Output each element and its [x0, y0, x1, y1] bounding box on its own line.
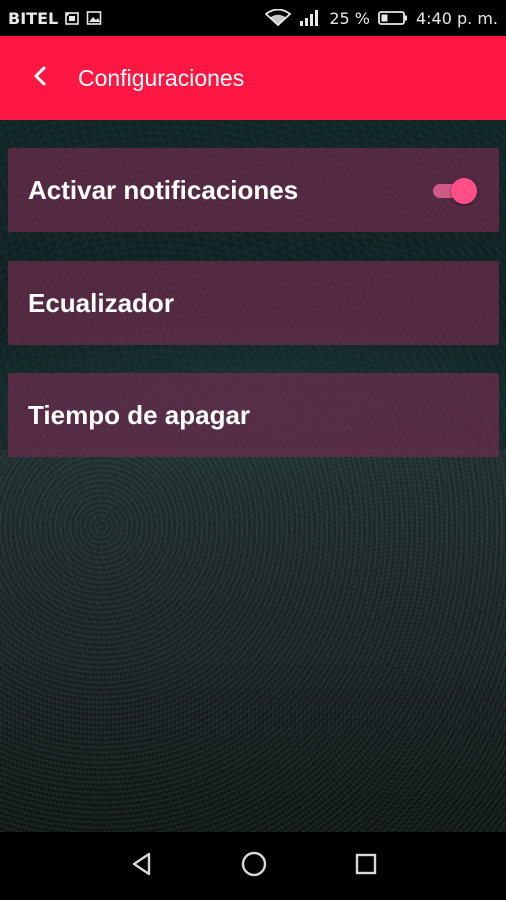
status-bar: BITEL 25 % 4:40 p. m.	[0, 0, 506, 36]
status-bar-right: 25 % 4:40 p. m.	[265, 0, 498, 36]
nav-recents-button[interactable]	[346, 846, 386, 886]
wifi-icon	[265, 9, 292, 27]
nav-home-button[interactable]	[234, 846, 274, 886]
sim-card-icon	[64, 10, 80, 26]
status-bar-left: BITEL	[8, 0, 102, 36]
setting-label: Tiempo de apagar	[28, 400, 251, 430]
recents-square-icon	[354, 852, 378, 881]
back-triangle-icon	[129, 851, 155, 882]
app-bar: Configuraciones	[0, 36, 506, 120]
carrier-name: BITEL	[8, 8, 59, 28]
chevron-left-icon	[30, 65, 50, 92]
signal-icon	[299, 9, 321, 27]
back-button[interactable]	[22, 60, 58, 96]
toggle-thumb	[451, 178, 477, 204]
battery-percent: 25 %	[329, 8, 370, 28]
battery-icon	[378, 10, 408, 26]
notifications-toggle[interactable]	[429, 178, 477, 204]
settings-content: Activar notificaciones Ecualizador Tiemp…	[0, 120, 506, 832]
setting-item-sleep-timer[interactable]: Tiempo de apagar	[8, 373, 499, 457]
background-crowd-image	[0, 450, 506, 832]
home-circle-icon	[240, 850, 268, 883]
system-nav-bar	[0, 832, 506, 900]
clock: 4:40 p. m.	[415, 8, 498, 28]
setting-item-equalizer[interactable]: Ecualizador	[8, 261, 499, 345]
image-icon	[86, 10, 102, 26]
setting-item-notifications[interactable]: Activar notificaciones	[8, 148, 499, 232]
page-title: Configuraciones	[78, 65, 245, 91]
setting-label: Ecualizador	[28, 288, 174, 318]
setting-label: Activar notificaciones	[28, 175, 299, 205]
nav-back-button[interactable]	[122, 846, 162, 886]
